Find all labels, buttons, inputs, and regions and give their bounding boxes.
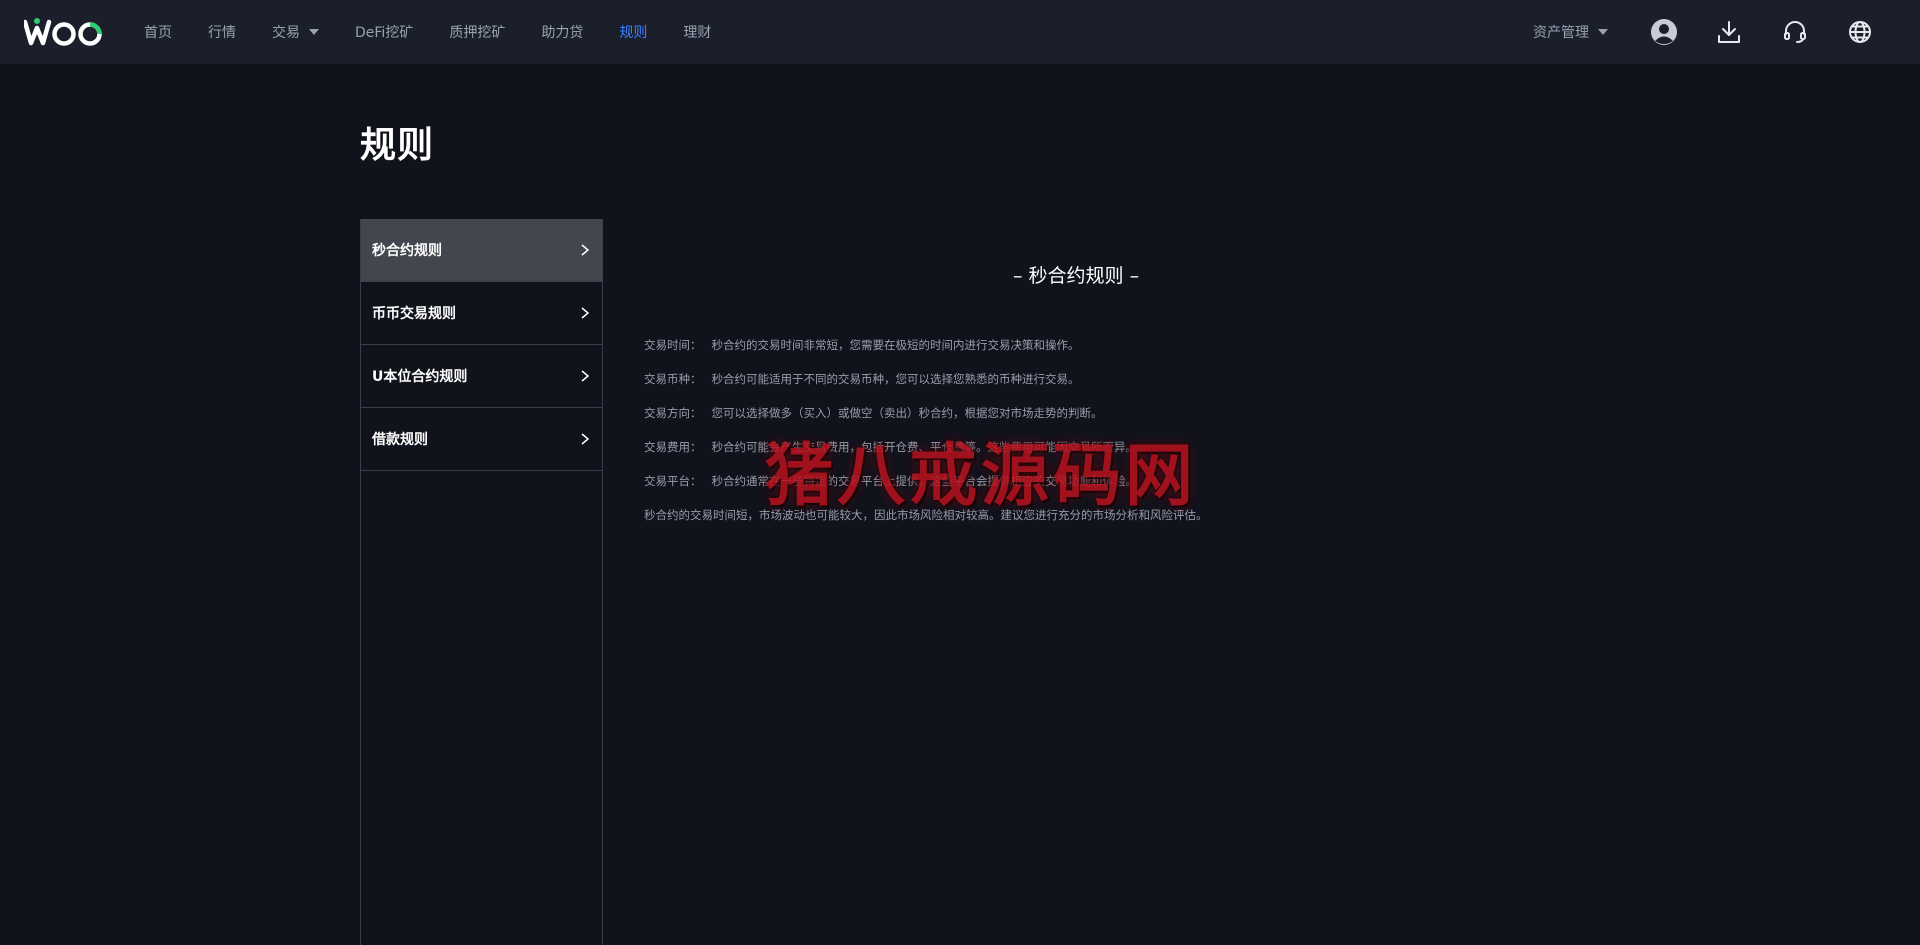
rule-label: 交易方向： <box>644 406 702 420</box>
rule-item: 交易费用： 秒合约可能会产生交易费用，包括开仓费、平仓费等。这些费用可能因交易所而… <box>644 439 1344 473</box>
nav-markets[interactable]: 行情 <box>208 22 236 42</box>
nav-trade[interactable]: 交易 <box>272 22 319 42</box>
sidebar-item-second-contract-rules[interactable]: 秒合约规则 <box>361 219 602 282</box>
nav-home[interactable]: 首页 <box>144 22 172 42</box>
caret-down-icon <box>309 29 319 35</box>
sidebar-item-label: U本位合约规则 <box>372 369 468 385</box>
rule-summary: 秒合约的交易时间短，市场波动也可能较大，因此市场风险相对较高。建议您进行充分的市… <box>644 508 1208 522</box>
chevron-right-icon <box>581 433 590 445</box>
headset-icon[interactable] <box>1779 16 1811 48</box>
nav-defi-mining[interactable]: DeFi挖矿 <box>355 22 413 42</box>
rule-item: 交易方向： 您可以选择做多（买入）或做空（卖出）秒合约，根据您对市场走势的判断。 <box>644 405 1344 439</box>
rule-text: 您可以选择做多（买入）或做空（卖出）秒合约，根据您对市场走势的判断。 <box>711 406 1103 420</box>
user-avatar-icon[interactable] <box>1648 16 1680 48</box>
sidebar-item-usdt-contract-rules[interactable]: U本位合约规则 <box>361 345 602 408</box>
sidebar-item-loan-rules[interactable]: 借款规则 <box>361 408 602 471</box>
rule-text: 秒合约可能会产生交易费用，包括开仓费、平仓费等。这些费用可能因交易所而异。 <box>711 440 1138 454</box>
chevron-right-icon <box>581 244 590 256</box>
main-nav: 首页 行情 交易 DeFi挖矿 质押挖矿 助力贷 规则 理财 <box>144 0 747 64</box>
nav-assist-loan[interactable]: 助力贷 <box>541 22 583 42</box>
page-title: 规则 <box>360 125 435 166</box>
download-icon[interactable] <box>1713 16 1745 48</box>
nav-finance[interactable]: 理财 <box>683 22 711 42</box>
asset-management-label: 资产管理 <box>1533 25 1589 41</box>
globe-icon[interactable] <box>1844 16 1876 48</box>
chevron-right-icon <box>581 370 590 382</box>
caret-down-icon <box>1598 29 1608 35</box>
rule-label: 交易时间： <box>644 338 702 352</box>
nav-rules[interactable]: 规则 <box>619 22 647 42</box>
sidebar-item-label: 币币交易规则 <box>372 306 456 322</box>
rule-label: 交易费用： <box>644 440 702 454</box>
nav-staking-mining[interactable]: 质押挖矿 <box>449 22 505 42</box>
sidebar-item-label: 借款规则 <box>372 432 428 448</box>
woo-logo[interactable] <box>24 16 104 48</box>
top-navigation-bar: 首页 行情 交易 DeFi挖矿 质押挖矿 助力贷 规则 理财 资产管理 <box>0 0 1920 64</box>
rules-list: 交易时间： 秒合约的交易时间非常短，您需要在极短的时间内进行交易决策和操作。 交易… <box>644 337 1344 541</box>
rule-label: 交易平台： <box>644 474 702 488</box>
woo-logo-mark <box>24 18 102 46</box>
asset-management-menu[interactable]: 资产管理 <box>1533 0 1608 64</box>
rule-text: 秒合约可能适用于不同的交易币种，您可以选择您熟悉的币种进行交易。 <box>711 372 1080 386</box>
rule-item: 交易时间： 秒合约的交易时间非常短，您需要在极短的时间内进行交易决策和操作。 <box>644 337 1344 371</box>
rule-text: 秒合约通常在一些特定的交易平台上提供，这些平台会提供相应的交易功能和体验。 <box>711 474 1138 488</box>
section-title: – 秒合约规则 – <box>1013 265 1140 287</box>
rules-sidebar: 秒合约规则 币币交易规则 U本位合约规则 借款规则 <box>360 219 603 945</box>
rule-item: 交易平台： 秒合约通常在一些特定的交易平台上提供，这些平台会提供相应的交易功能和体… <box>644 473 1344 507</box>
chevron-right-icon <box>581 307 590 319</box>
rule-label: 交易币种： <box>644 372 702 386</box>
sidebar-item-spot-trading-rules[interactable]: 币币交易规则 <box>361 282 602 345</box>
rules-content: – 秒合约规则 – 交易时间： 秒合约的交易时间非常短，您需要在极短的时间内进行交… <box>604 219 1920 945</box>
rule-text: 秒合约的交易时间非常短，您需要在极短的时间内进行交易决策和操作。 <box>711 338 1080 352</box>
sidebar-item-label: 秒合约规则 <box>372 243 442 259</box>
rule-item: 交易币种： 秒合约可能适用于不同的交易币种，您可以选择您熟悉的币种进行交易。 <box>644 371 1344 405</box>
